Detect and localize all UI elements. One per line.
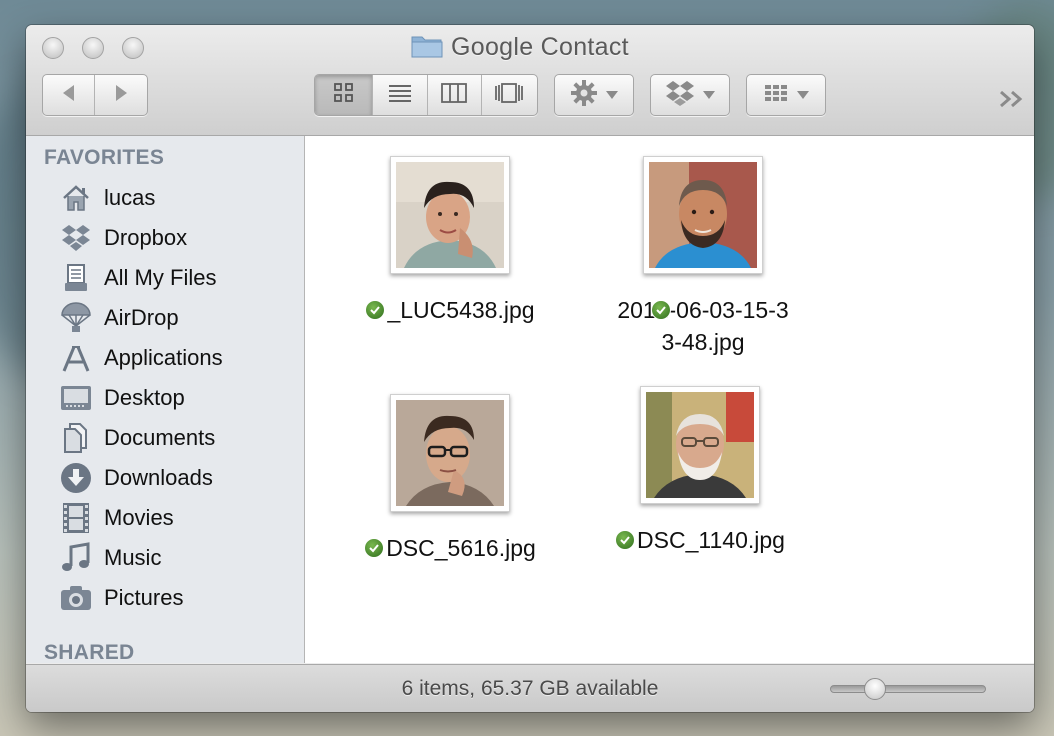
folder-icon [411,32,443,63]
home-icon [60,182,92,214]
sidebar-item-label: All My Files [104,265,217,290]
column-view-button[interactable] [428,75,482,115]
sidebar-item-all-my-files[interactable]: All My Files [60,260,216,296]
sidebar-item-desktop[interactable]: Desktop [60,380,185,416]
columns-icon [441,82,468,109]
documents-icon [60,422,92,454]
applications-icon [60,342,92,374]
close-button[interactable] [42,37,64,59]
sidebar-item-label: Music [104,545,162,570]
back-button[interactable] [43,75,96,115]
sidebar-item-label: Dropbox [104,225,188,250]
file-grid: _LUC5438.jpg 2012-06-03-15-3 3-48.jpg DS… [305,136,1034,663]
checkmark-icon [615,530,636,550]
file-thumbnail [640,386,760,504]
file-item[interactable]: DSC_5616.jpg [345,394,555,564]
file-name-text: DSC_5616.jpg [386,535,536,561]
all-files-icon [60,262,92,294]
double-chevron-right-icon [998,90,1026,113]
sidebar-item-label: Downloads [104,465,213,490]
shared-heading: SHARED [44,641,135,663]
arrange-grid-icon [763,82,789,109]
file-thumbnail [390,394,510,512]
checkmark-icon [364,538,385,558]
downloads-icon [60,462,92,494]
file-name: 2012-06-03-15-3 3-48.jpg [617,294,788,358]
chevron-left-icon [61,84,77,107]
toolbar-overflow-button[interactable] [998,89,1026,114]
finder-window: Google Contact FAVORITES lucas Dropbox A… [26,25,1034,712]
sidebar-item-label: lucas [104,185,156,210]
sidebar-item-airdrop[interactable]: AirDrop [60,300,179,336]
list-view-button[interactable] [373,75,428,115]
chevron-down-icon [703,91,715,99]
movies-icon [60,502,92,534]
grid-icon [332,82,356,109]
dropbox-menu-button[interactable] [650,74,730,116]
status-bar: 6 items, 65.37 GB available [26,664,1034,712]
dropbox-icon [60,222,92,254]
sidebar-item-applications[interactable]: Applications [60,340,223,376]
icon-size-slider-knob[interactable] [864,678,886,700]
file-name: DSC_5616.jpg [364,532,536,564]
sidebar-item-pictures[interactable]: Pictures [60,580,183,616]
sidebar-item-documents[interactable]: Documents [60,420,215,456]
file-item[interactable]: DSC_1140.jpg [595,386,805,556]
sidebar-item-music[interactable]: Music [60,540,161,576]
airdrop-icon [60,302,92,334]
file-name: DSC_1140.jpg [615,524,785,556]
nav-buttons [42,74,148,116]
favorites-heading: FAVORITES [44,146,165,169]
toolbar: Google Contact [26,25,1034,136]
file-name-text: DSC_1140.jpg [637,527,785,553]
action-menu-button[interactable] [554,74,634,116]
photo-thumbnail [649,162,757,268]
pictures-icon [60,582,92,614]
list-icon [388,82,412,109]
sidebar-item-dropbox[interactable]: Dropbox [60,220,187,256]
file-item[interactable]: _LUC5438.jpg [345,156,555,326]
window-title: Google Contact [411,32,629,62]
sidebar-item-downloads[interactable]: Downloads [60,460,213,496]
sidebar-item-label: Movies [104,505,174,530]
cover-flow-view-button[interactable] [482,75,538,115]
view-mode-selector [314,74,538,116]
window-title-text: Google Contact [451,32,629,61]
icon-view-button[interactable] [315,75,374,115]
file-thumbnail [390,156,510,274]
file-name-text: _LUC5438.jpg [387,297,535,323]
checkmark-icon [365,300,386,320]
arrange-menu-button[interactable] [746,74,826,116]
file-thumbnail [643,156,763,274]
chevron-down-icon [797,91,809,99]
file-name-line-2: 3-48.jpg [661,329,745,355]
file-item[interactable]: 2012-06-03-15-3 3-48.jpg [573,156,833,358]
forward-button[interactable] [95,75,147,115]
chevron-down-icon [606,91,618,99]
dropbox-icon [665,80,695,111]
chevron-right-icon [113,84,129,107]
desktop-icon [60,382,92,414]
photo-thumbnail [396,400,504,506]
sidebar-item-label: AirDrop [104,305,179,330]
sidebar-item-label: Desktop [104,385,185,410]
sidebar-item-lucas[interactable]: lucas [60,180,155,216]
minimize-button[interactable] [82,37,104,59]
music-icon [60,542,92,574]
sidebar-item-label: Applications [104,345,223,370]
icon-size-slider[interactable] [830,685,986,693]
sidebar-item-label: Documents [104,425,216,450]
file-name-line-1: 2012-06-03-15-3 [617,297,789,323]
photo-thumbnail [396,162,504,268]
file-name: _LUC5438.jpg [365,294,535,326]
zoom-button[interactable] [122,37,144,59]
sidebar-item-movies[interactable]: Movies [60,500,174,536]
coverflow-icon [494,82,524,109]
sidebar-item-label: Pictures [104,585,184,610]
gear-icon [570,79,598,112]
photo-thumbnail [646,392,754,498]
sidebar: FAVORITES lucas Dropbox All My Files Air… [26,136,305,663]
